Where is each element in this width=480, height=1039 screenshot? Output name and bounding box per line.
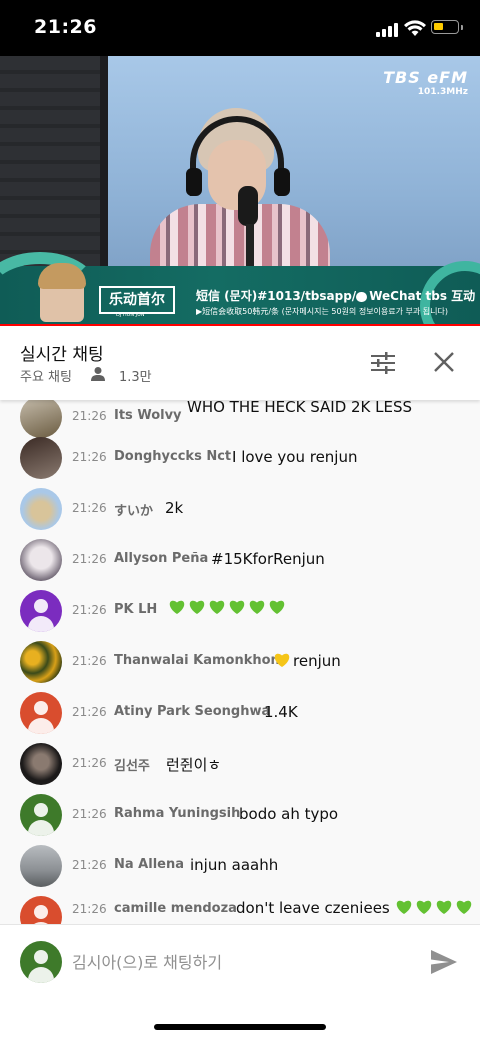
dj-logo: 乐动首尔 [99,286,175,314]
author-avatar[interactable] [20,590,62,632]
chat-mode-selector[interactable]: 주요 채팅 [20,366,72,385]
banner-text-line2: ▶短信会收取50韩元/条 (문자메시지는 50원의 정보이용료가 부과 됩니다) [196,307,449,316]
status-time: 21:26 [34,16,97,38]
message-time: 21:26 [72,807,107,821]
message-hearts [168,599,288,617]
chat-message: 21:26 camille mendoza don't leave czenie… [0,896,480,924]
author-avatar[interactable] [20,794,62,836]
chat-message-list[interactable]: 21:26 Its Wolvy WHO THE HECK SAID 2K LES… [0,400,480,924]
chat-message: 21:26 김선주 런쥔이ㅎ [0,743,480,794]
home-indicator[interactable] [154,1024,326,1030]
author-avatar[interactable] [20,743,62,785]
author-avatar[interactable] [20,488,62,530]
heart-emoji-icon [396,900,411,914]
message-author[interactable]: Its Wolvy [114,408,182,423]
author-avatar[interactable] [20,400,62,438]
dj-logo-sub: DJ HUN JUN [116,312,145,318]
chat-input-bar: 김시아(으)로 채팅하기 [0,924,480,1039]
message-text: WHO THE HECK SAID 2K LESS [187,400,413,416]
author-avatar[interactable] [20,437,62,479]
message-time: 21:26 [72,501,107,515]
battery-icon [431,20,459,34]
message-time: 21:26 [72,858,107,872]
wechat-icon [356,291,368,302]
message-time: 21:26 [72,705,107,719]
message-author[interactable]: camille mendoza [114,901,237,916]
author-avatar[interactable] [20,896,62,924]
message-author[interactable]: すいか [114,500,153,519]
message-author[interactable]: PK LH [114,602,157,617]
station-logo: TBS eFM 101.3MHz [383,68,468,97]
message-text: 2k [165,499,184,517]
message-time: 21:26 [72,756,107,770]
message-author[interactable]: Atiny Park Seonghwa [114,704,270,719]
message-time: 21:26 [72,654,107,668]
cellular-signal-icon [376,21,400,37]
chat-message: 21:26 Thanwalai Kamonkhon renjun [0,641,480,692]
author-avatar[interactable] [20,692,62,734]
chat-message: 21:26 Rahma Yuningsih bodo ah typo [0,794,480,845]
message-text: 1.4K [264,703,298,721]
message-author[interactable]: 김선주 [114,755,150,774]
status-bar: 21:26 [0,0,480,56]
message-text: injun aaahh [190,856,279,874]
banner-text-line1: 短信 (문자)#1013/tbsapp/WeChat tbs 互动 [196,289,476,303]
author-avatar[interactable] [20,641,62,683]
chat-message: 21:26 すいか 2k [0,488,480,539]
message-text: I love you renjun [232,448,358,466]
author-avatar[interactable] [20,539,62,581]
chat-input[interactable]: 김시아(으)로 채팅하기 [72,949,402,975]
chat-message: 21:26 Donghyccks Nct I love you renjun [0,437,480,488]
heart-emoji-icon [436,900,451,914]
message-author[interactable]: Na Allena [114,857,184,872]
live-chat-header: 실시간 채팅 주요 채팅 1.3만 [0,326,480,400]
message-text: 런쥔이ㅎ [166,756,222,774]
heart-emoji-icon [169,600,185,614]
heart-emoji-icon [209,600,225,614]
heart-emoji-icon [269,600,285,614]
chat-message: 21:26 Atiny Park Seonghwa 1.4K [0,692,480,743]
message-time: 21:26 [72,450,107,464]
heart-emoji-icon [189,600,205,614]
video-player[interactable]: TBS eFM 101.3MHz 乐动首尔 DJ HUN JUN 短信 (문자)… [0,56,480,326]
close-icon[interactable] [432,350,456,374]
filter-icon[interactable] [370,350,396,376]
heart-emoji-icon [249,600,265,614]
message-author[interactable]: Allyson Peña [114,551,208,566]
chat-message: 21:26 Na Allena injun aaahh [0,845,480,896]
message-author[interactable]: Donghyccks Nct [114,449,231,464]
message-time: 21:26 [72,552,107,566]
heart-emoji-icon [229,600,245,614]
send-icon[interactable] [430,949,458,975]
heart-emoji-icon [274,653,290,667]
user-avatar [20,941,62,983]
message-text: #15KforRenjun [211,550,325,568]
message-text: don't leave czeniees [236,899,475,917]
heart-emoji-icon [416,900,431,914]
message-text: renjun [273,652,341,670]
message-author[interactable]: Thanwalai Kamonkhon [114,653,280,668]
heart-emoji-icon [456,900,471,914]
message-time: 21:26 [72,409,107,423]
message-time: 21:26 [72,902,107,916]
person-icon [91,367,105,381]
chat-title: 실시간 채팅 [20,345,104,365]
chat-message: 21:26 Allyson Peña #15KforRenjun [0,539,480,590]
chat-message: 21:26 PK LH [0,590,480,641]
author-avatar[interactable] [20,845,62,887]
viewer-count: 1.3만 [119,370,152,385]
wifi-icon [404,20,426,36]
message-text: bodo ah typo [239,805,339,823]
message-author[interactable]: Rahma Yuningsih [114,806,240,821]
message-time: 21:26 [72,603,107,617]
